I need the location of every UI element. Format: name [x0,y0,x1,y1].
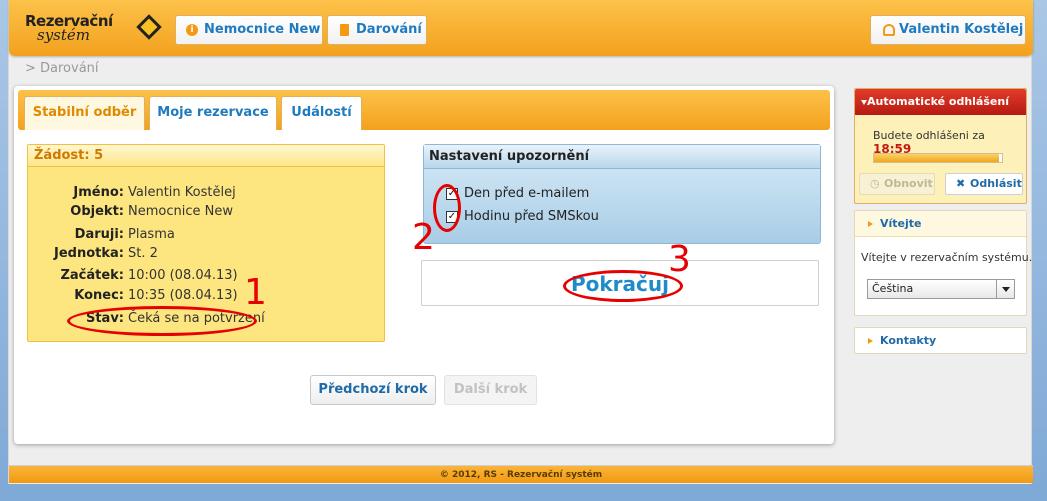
field-value: Nemocnice New [128,204,233,219]
logout-progress-bar [873,153,1003,163]
logo-line2: systém [37,26,90,44]
info-icon: i [186,24,198,36]
previous-step-button[interactable]: Předchozí krok [310,375,436,405]
user-name: Valentin Kostělej [899,22,1024,37]
user-button[interactable]: Valentin Kostělej [870,15,1026,45]
contacts-label: Kontakty [880,334,937,347]
field-label: Jednotka: [54,246,124,261]
refresh-button[interactable]: ◷ Obnovit [859,173,935,195]
logo[interactable]: Rezervační systém [25,12,165,48]
nav-donation-button[interactable]: Darování [327,15,427,45]
sms-reminder-label: Hodinu před SMSkou [464,209,599,224]
logout-progress-fill [874,154,1000,162]
field-label: Jméno: [73,185,124,200]
field-value: 10:00 (08.04.13) [128,268,238,283]
logo-diamond-icon [136,14,162,40]
footer: © 2012, RS - Rezervační systém [9,465,1033,483]
logout-countdown-text: Budete odhlášeni za 18:59 [873,129,1026,156]
logout-button[interactable]: ✖ Odhlásit [945,173,1023,195]
page: Rezervační systém i Nemocnice New Darová… [8,0,1033,484]
field-value: Valentin Kostělej [128,185,236,200]
logout-countdown-label: Budete odhlášeni za [873,129,985,142]
annotation-ellipse-checkboxes [433,184,461,232]
language-select[interactable]: Čeština [867,279,1015,299]
field-label: Daruji: [74,227,124,242]
email-reminder-label: Den před e-mailem [464,186,590,201]
auto-logout-title-text: Automatické odhlášení [867,95,1009,108]
contacts-box[interactable]: Kontakty [854,327,1027,354]
field-value: St. 2 [128,246,158,261]
book-icon [340,24,349,36]
logout-label: Odhlásit [970,177,1022,190]
header: Rezervační systém i Nemocnice New Darová… [9,0,1033,56]
welcome-text: Vítejte v rezervačním systému. [861,251,1033,264]
chevron-down-icon [861,100,867,105]
auto-logout-title: Automatické odhlášení [855,89,1026,115]
field-label: Konec: [74,288,124,303]
annotation-number-1: 1 [244,272,267,313]
welcome-box: Vítejte Vítejte v rezervačním systému. Č… [854,210,1032,316]
dropdown-arrow-icon [996,280,1014,298]
nav-hospital-label: Nemocnice New [204,22,321,37]
welcome-title-text: Vítejte [880,217,922,230]
nav-hospital-button[interactable]: i Nemocnice New [175,15,323,45]
field-value: Plasma [128,227,175,242]
breadcrumb: > Darování [25,61,99,76]
field-value: 10:35 (08.04.13) [128,288,238,303]
nav-donation-label: Darování [356,22,422,37]
tab-stable-donation[interactable]: Stabilní odběr [24,96,145,130]
tab-my-reservations[interactable]: Moje rezervace [149,96,277,130]
chevron-right-icon [868,338,873,344]
auto-logout-box: Automatické odhlášení Budete odhlášeni z… [854,88,1027,204]
main-panel: Stabilní odběr Moje rezervace Událostí Ž… [14,86,834,444]
refresh-label: Obnovit [884,177,933,190]
close-icon: ✖ [956,177,966,190]
field-label: Objekt: [70,204,124,219]
annotation-ellipse-continue [563,270,683,302]
annotation-number-2: 2 [412,217,435,258]
tab-bar: Stabilní odběr Moje rezervace Událostí [18,90,830,130]
chevron-right-icon [868,221,873,227]
annotation-ellipse-status [67,306,257,336]
notification-title: Nastavení upozornění [424,145,820,169]
welcome-title[interactable]: Vítejte [855,211,1026,237]
annotation-number-3: 3 [668,239,691,280]
next-step-button[interactable]: Další krok [444,375,537,405]
notification-settings-box: Nastavení upozornění ✓ Den před e-mailem… [423,144,821,244]
language-value: Čeština [872,282,914,295]
user-icon [883,24,895,36]
clock-icon: ◷ [870,177,880,190]
tab-events[interactable]: Událostí [281,96,362,130]
field-label: Začátek: [60,268,124,283]
request-title: Žádost: 5 [28,145,384,167]
